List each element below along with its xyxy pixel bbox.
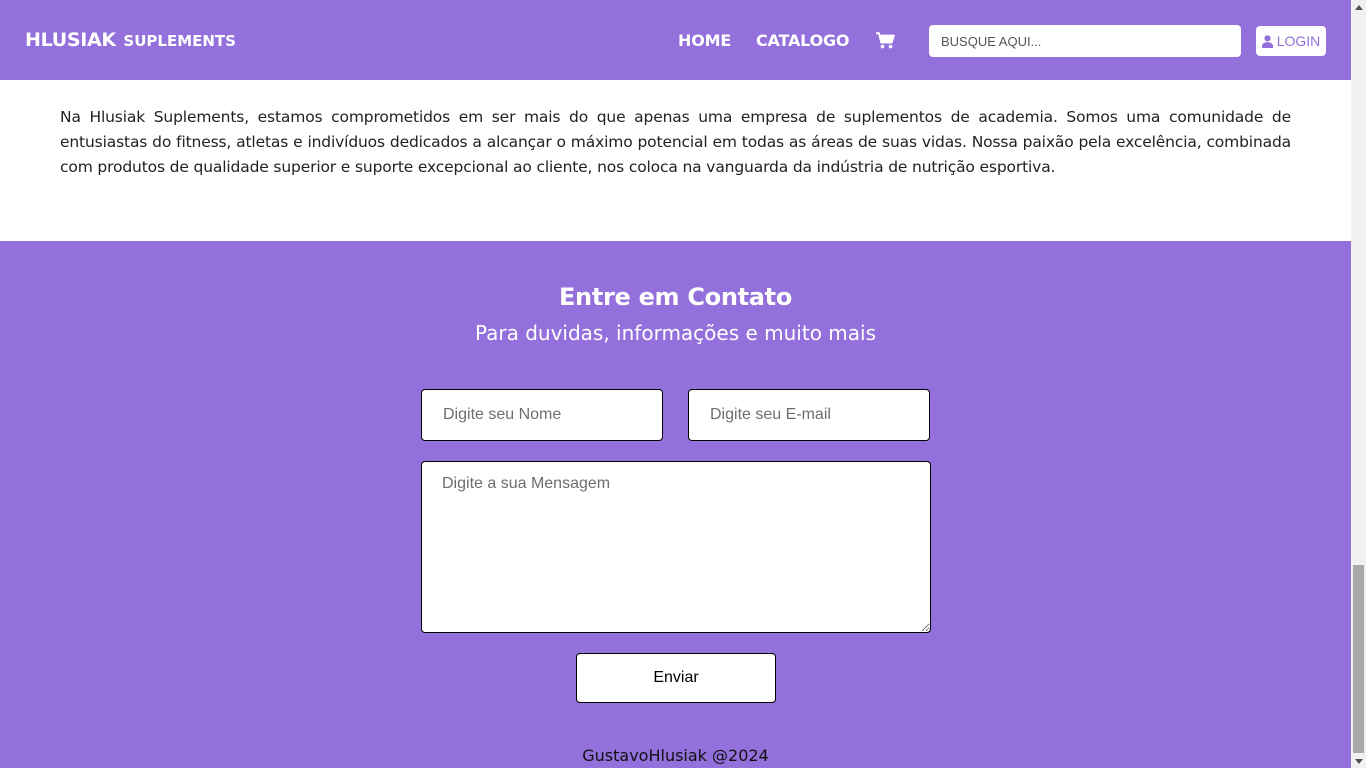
page: HLUSIAK SUPLEMENTS HOME CATALOGO LOGIN N… — [0, 0, 1351, 768]
login-label: LOGIN — [1276, 33, 1321, 49]
user-icon — [1261, 34, 1273, 48]
search-input[interactable] — [929, 25, 1241, 57]
name-field[interactable] — [421, 389, 663, 441]
brand-subname: SUPLEMENTS — [123, 32, 236, 50]
scroll-thumb[interactable] — [1353, 565, 1364, 753]
arrow-down-icon — [1354, 758, 1363, 764]
about-text: Na Hlusiak Suplements, estamos compromet… — [60, 108, 1291, 176]
cart-icon[interactable] — [876, 32, 895, 49]
nav-catalogo-link[interactable]: CATALOGO — [756, 31, 850, 50]
footer-text: GustavoHlusiak @2024 — [582, 746, 769, 765]
contact-subtitle: Para duvidas, informações e muito mais — [474, 321, 877, 345]
about-section: Na Hlusiak Suplements, estamos compromet… — [0, 80, 1351, 241]
navbar: HLUSIAK SUPLEMENTS HOME CATALOGO LOGIN — [0, 0, 1351, 80]
brand-name: HLUSIAK — [25, 29, 116, 51]
nav-home-link[interactable]: HOME — [678, 31, 731, 50]
contact-title: Entre em Contato — [558, 283, 793, 311]
email-field[interactable] — [688, 389, 930, 441]
contact-section: Entre em Contato Para duvidas, informaçõ… — [0, 241, 1351, 768]
scroll-down-arrow[interactable] — [1351, 754, 1366, 768]
login-button[interactable]: LOGIN — [1256, 26, 1326, 56]
arrow-up-icon — [1354, 4, 1363, 10]
brand-logo[interactable]: HLUSIAK SUPLEMENTS — [25, 29, 236, 51]
message-field[interactable] — [421, 461, 931, 633]
send-button[interactable]: Enviar — [576, 653, 776, 703]
page-scrollbar[interactable] — [1351, 0, 1366, 768]
scroll-up-arrow[interactable] — [1351, 0, 1366, 14]
